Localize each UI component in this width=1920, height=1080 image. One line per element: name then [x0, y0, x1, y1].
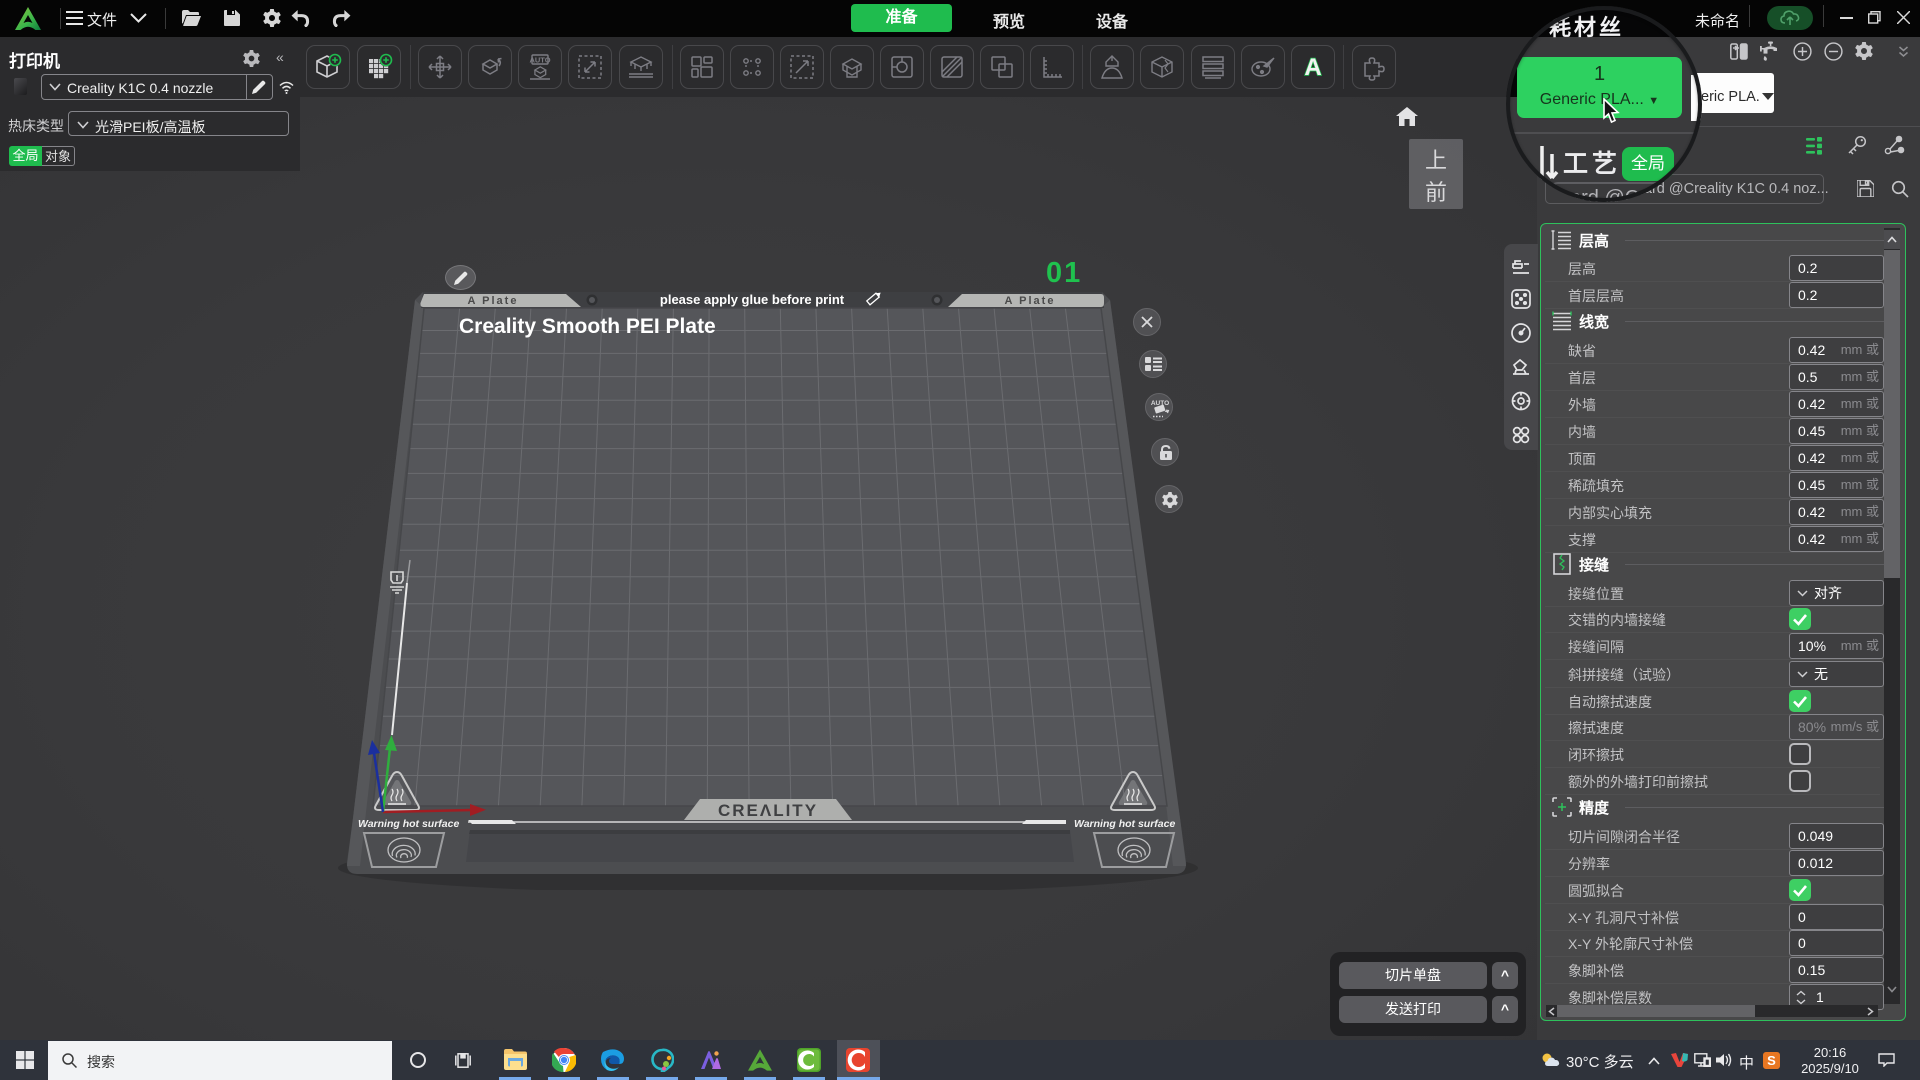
svg-text:Warning hot surface: Warning hot surface: [358, 818, 459, 830]
svg-text:AUTO: AUTO: [529, 56, 550, 65]
svg-text:please apply glue before print: please apply glue before print: [660, 292, 845, 307]
svg-text:A: A: [1304, 54, 1321, 81]
svg-text:A Plate: A Plate: [468, 295, 519, 307]
svg-text:A Plate: A Plate: [1005, 295, 1056, 307]
svg-text:Creality Smooth PEI Plate: Creality Smooth PEI Plate: [459, 315, 716, 338]
svg-text:CREΛLITY: CREΛLITY: [718, 801, 818, 820]
svg-text:Warning hot surface: Warning hot surface: [1074, 818, 1175, 830]
